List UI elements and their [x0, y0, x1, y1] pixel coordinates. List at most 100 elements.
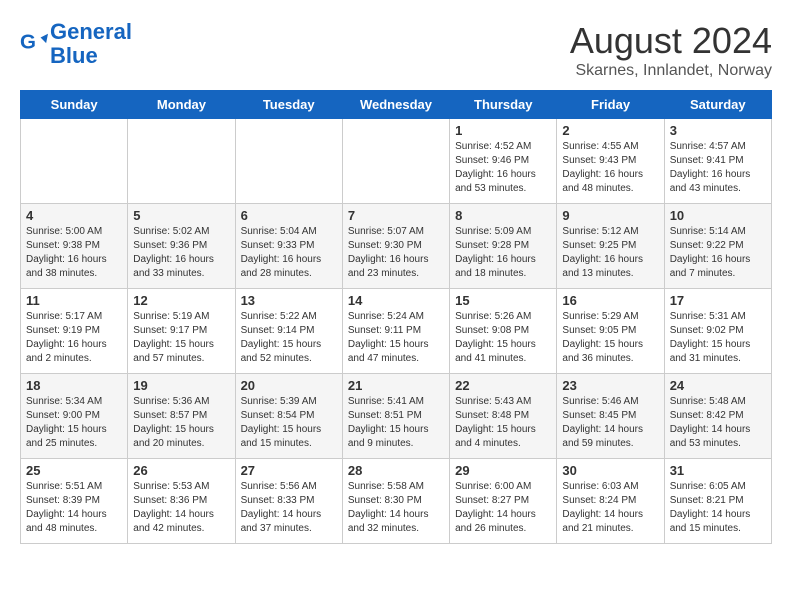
table-cell [128, 119, 235, 204]
day-info: Sunrise: 6:03 AM Sunset: 8:24 PM Dayligh… [562, 480, 658, 536]
day-info: Sunrise: 5:39 AM Sunset: 8:54 PM Dayligh… [241, 395, 337, 451]
day-number: 29 [455, 463, 551, 478]
day-info: Sunrise: 5:53 AM Sunset: 8:36 PM Dayligh… [133, 480, 229, 536]
day-number: 20 [241, 378, 337, 393]
day-number: 13 [241, 293, 337, 308]
day-info: Sunrise: 4:57 AM Sunset: 9:41 PM Dayligh… [670, 140, 766, 196]
table-cell: 26 Sunrise: 5:53 AM Sunset: 8:36 PM Dayli… [128, 459, 235, 544]
day-number: 3 [670, 123, 766, 138]
header-saturday: Saturday [664, 91, 771, 119]
day-number: 11 [26, 293, 122, 308]
day-number: 6 [241, 208, 337, 223]
week-row-4: 18Sunrise: 5:34 AM Sunset: 9:00 PM Dayli… [21, 374, 772, 459]
month-title: August 2024 [570, 20, 772, 62]
day-info: Sunrise: 6:00 AM Sunset: 8:27 PM Dayligh… [455, 480, 551, 536]
day-number: 23 [562, 378, 658, 393]
day-info: Sunrise: 5:34 AM Sunset: 9:00 PM Dayligh… [26, 395, 122, 451]
table-cell: 2Sunrise: 4:55 AM Sunset: 9:43 PM Daylig… [557, 119, 664, 204]
day-info: Sunrise: 5:41 AM Sunset: 8:51 PM Dayligh… [348, 395, 444, 451]
day-number: 21 [348, 378, 444, 393]
day-info: Sunrise: 5:00 AM Sunset: 9:38 PM Dayligh… [26, 225, 122, 281]
day-number: 25 [26, 463, 122, 478]
day-number: 24 [670, 378, 766, 393]
table-cell: 11 Sunrise: 5:17 AM Sunset: 9:19 PM Dayli… [21, 289, 128, 374]
table-cell [21, 119, 128, 204]
logo-text: General Blue [50, 20, 132, 68]
table-cell: 5Sunrise: 5:02 AM Sunset: 9:36 PM Daylig… [128, 204, 235, 289]
day-info: Sunrise: 6:05 AM Sunset: 8:21 PM Dayligh… [670, 480, 766, 536]
day-info: Sunrise: 5:43 AM Sunset: 8:48 PM Dayligh… [455, 395, 551, 451]
day-number: 12 [133, 293, 229, 308]
day-info: Sunrise: 5:31 AM Sunset: 9:02 PM Dayligh… [670, 310, 766, 366]
table-cell: 8 Sunrise: 5:09 AM Sunset: 9:28 PM Daylig… [450, 204, 557, 289]
day-number: 30 [562, 463, 658, 478]
day-number: 4 [26, 208, 122, 223]
title-block: August 2024 Skarnes, Innlandet, Norway [570, 20, 772, 80]
day-number: 14 [348, 293, 444, 308]
table-cell: 7 Sunrise: 5:07 AM Sunset: 9:30 PM Daylig… [342, 204, 449, 289]
day-number: 10 [670, 208, 766, 223]
header-wednesday: Wednesday [342, 91, 449, 119]
day-number: 16 [562, 293, 658, 308]
day-info: Sunrise: 5:17 AM Sunset: 9:19 PM Dayligh… [26, 310, 122, 366]
day-info: Sunrise: 5:48 AM Sunset: 8:42 PM Dayligh… [670, 395, 766, 451]
day-info: Sunrise: 5:58 AM Sunset: 8:30 PM Dayligh… [348, 480, 444, 536]
days-header-row: Sunday Monday Tuesday Wednesday Thursday… [21, 91, 772, 119]
week-row-3: 11 Sunrise: 5:17 AM Sunset: 9:19 PM Dayli… [21, 289, 772, 374]
day-number: 7 [348, 208, 444, 223]
day-number: 9 [562, 208, 658, 223]
day-number: 17 [670, 293, 766, 308]
day-number: 19 [133, 378, 229, 393]
day-info: Sunrise: 5:56 AM Sunset: 8:33 PM Dayligh… [241, 480, 337, 536]
svg-text:G: G [20, 31, 36, 54]
header-tuesday: Tuesday [235, 91, 342, 119]
logo-line2: Blue [50, 43, 98, 68]
day-number: 22 [455, 378, 551, 393]
day-info: Sunrise: 5:12 AM Sunset: 9:25 PM Dayligh… [562, 225, 658, 281]
header-friday: Friday [557, 91, 664, 119]
day-info: Sunrise: 5:29 AM Sunset: 9:05 PM Dayligh… [562, 310, 658, 366]
table-cell [342, 119, 449, 204]
table-cell: 4 Sunrise: 5:00 AM Sunset: 9:38 PM Daylig… [21, 204, 128, 289]
calendar-table: Sunday Monday Tuesday Wednesday Thursday… [20, 90, 772, 544]
table-cell: 6 Sunrise: 5:04 AM Sunset: 9:33 PM Daylig… [235, 204, 342, 289]
table-cell: 21 Sunrise: 5:41 AM Sunset: 8:51 PM Dayli… [342, 374, 449, 459]
table-cell: 13 Sunrise: 5:22 AM Sunset: 9:14 PM Dayli… [235, 289, 342, 374]
table-cell: 12 Sunrise: 5:19 AM Sunset: 9:17 PM Dayli… [128, 289, 235, 374]
day-info: Sunrise: 5:26 AM Sunset: 9:08 PM Dayligh… [455, 310, 551, 366]
day-number: 15 [455, 293, 551, 308]
day-info: Sunrise: 5:36 AM Sunset: 8:57 PM Dayligh… [133, 395, 229, 451]
table-cell: 1Sunrise: 4:52 AM Sunset: 9:46 PM Daylig… [450, 119, 557, 204]
table-cell: 17 Sunrise: 5:31 AM Sunset: 9:02 PM Dayli… [664, 289, 771, 374]
table-cell: 22 Sunrise: 5:43 AM Sunset: 8:48 PM Dayli… [450, 374, 557, 459]
table-cell: 3 Sunrise: 4:57 AM Sunset: 9:41 PM Daylig… [664, 119, 771, 204]
table-cell: 27 Sunrise: 5:56 AM Sunset: 8:33 PM Dayli… [235, 459, 342, 544]
day-info: Sunrise: 5:04 AM Sunset: 9:33 PM Dayligh… [241, 225, 337, 281]
header-thursday: Thursday [450, 91, 557, 119]
day-info: Sunrise: 5:46 AM Sunset: 8:45 PM Dayligh… [562, 395, 658, 451]
table-cell: 18Sunrise: 5:34 AM Sunset: 9:00 PM Dayli… [21, 374, 128, 459]
day-number: 28 [348, 463, 444, 478]
day-number: 26 [133, 463, 229, 478]
header-sunday: Sunday [21, 91, 128, 119]
logo: G General Blue [20, 20, 132, 68]
table-cell: 28 Sunrise: 5:58 AM Sunset: 8:30 PM Dayli… [342, 459, 449, 544]
day-info: Sunrise: 5:22 AM Sunset: 9:14 PM Dayligh… [241, 310, 337, 366]
table-cell: 20 Sunrise: 5:39 AM Sunset: 8:54 PM Dayli… [235, 374, 342, 459]
table-cell: 25 Sunrise: 5:51 AM Sunset: 8:39 PM Dayli… [21, 459, 128, 544]
table-cell: 10 Sunrise: 5:14 AM Sunset: 9:22 PM Dayli… [664, 204, 771, 289]
day-info: Sunrise: 5:14 AM Sunset: 9:22 PM Dayligh… [670, 225, 766, 281]
day-info: Sunrise: 5:07 AM Sunset: 9:30 PM Dayligh… [348, 225, 444, 281]
day-info: Sunrise: 5:51 AM Sunset: 8:39 PM Dayligh… [26, 480, 122, 536]
day-number: 27 [241, 463, 337, 478]
table-cell: 23 Sunrise: 5:46 AM Sunset: 8:45 PM Dayli… [557, 374, 664, 459]
day-number: 2 [562, 123, 658, 138]
week-row-2: 4 Sunrise: 5:00 AM Sunset: 9:38 PM Daylig… [21, 204, 772, 289]
day-info: Sunrise: 5:19 AM Sunset: 9:17 PM Dayligh… [133, 310, 229, 366]
day-info: Sunrise: 4:52 AM Sunset: 9:46 PM Dayligh… [455, 140, 551, 196]
day-info: Sunrise: 5:24 AM Sunset: 9:11 PM Dayligh… [348, 310, 444, 366]
week-row-1: 1Sunrise: 4:52 AM Sunset: 9:46 PM Daylig… [21, 119, 772, 204]
day-number: 8 [455, 208, 551, 223]
logo-icon: G [20, 30, 48, 58]
day-info: Sunrise: 5:09 AM Sunset: 9:28 PM Dayligh… [455, 225, 551, 281]
